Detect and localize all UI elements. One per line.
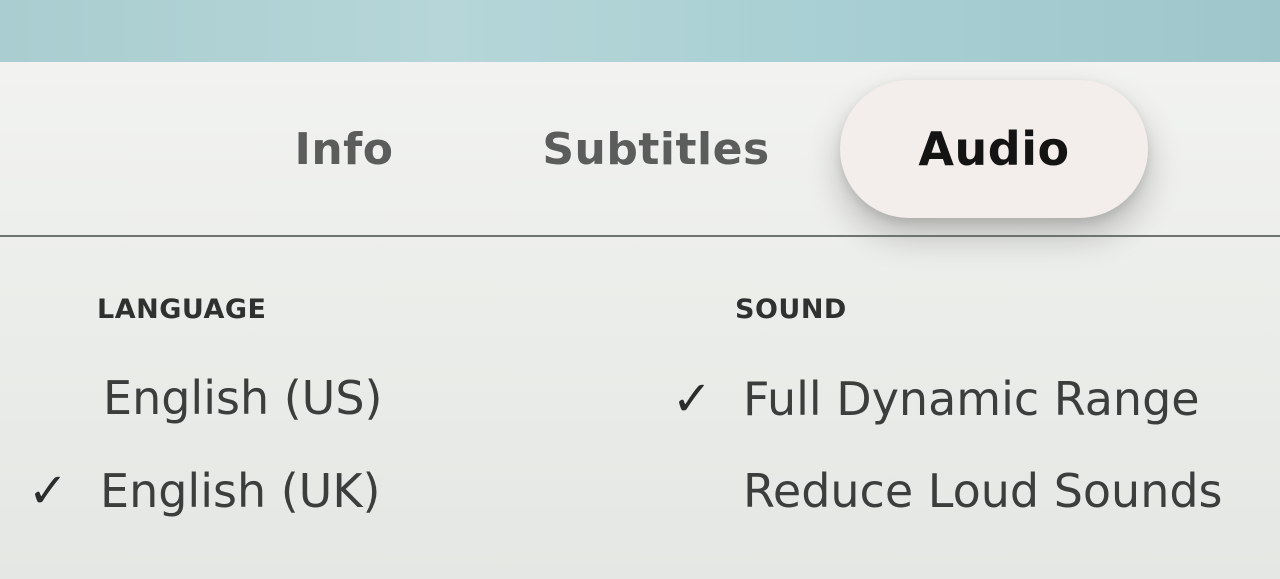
language-section-header: LANGUAGE: [97, 293, 267, 325]
sound-option-reduce-loud-sounds[interactable]: Reduce Loud Sounds: [743, 460, 1223, 522]
sound-section-header: SOUND: [735, 293, 847, 325]
checkmark-icon: ✓: [27, 463, 69, 519]
checkmark-icon: ✓: [671, 371, 713, 427]
sound-option-full-dynamic-range[interactable]: Full Dynamic Range: [743, 368, 1200, 430]
tab-info[interactable]: Info: [276, 80, 412, 218]
tab-divider: [0, 235, 1280, 237]
tab-subtitles[interactable]: Subtitles: [530, 80, 782, 218]
language-option-english-uk[interactable]: English (UK): [100, 460, 380, 522]
language-option-english-us[interactable]: English (US): [103, 367, 382, 429]
tab-audio[interactable]: Audio: [840, 80, 1148, 218]
background-video-frame: [0, 0, 1280, 62]
